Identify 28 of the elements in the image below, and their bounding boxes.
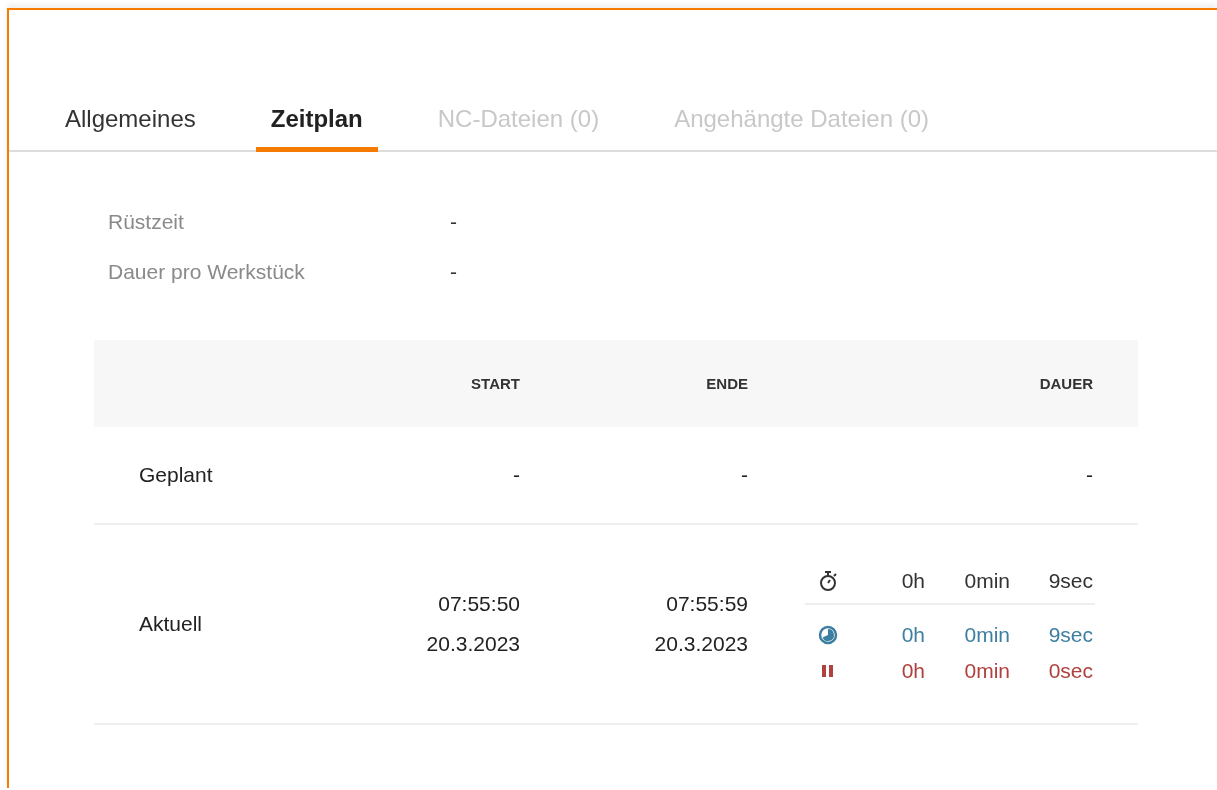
duration-value: 9sec [1048,568,1093,594]
tab[interactable]: Allgemeines [50,90,211,152]
duration-value: 0min [964,622,1010,648]
column-header: START [470,373,521,394]
pause-icon [821,664,835,678]
row-label: Geplant [138,463,214,487]
duration-value: 0sec [1048,658,1093,684]
stopwatch-icon [818,570,838,592]
field-value: - [450,210,458,234]
tab[interactable]: Zeitplan [255,90,378,152]
start-cell-text: 07:55:50 20.3.2023 [425,591,521,657]
field-label: Dauer pro Werkstück [108,260,306,284]
column-header: DAUER [1038,373,1094,394]
start-cell-text: - [512,462,521,488]
duration-value: 0min [964,658,1010,684]
clock-icon [818,625,838,645]
duration-value: 0h [901,622,925,648]
duration-value: 9sec [1048,622,1093,648]
duration-value: 0h [901,658,925,684]
column-header: ENDE [705,373,749,394]
field-label: Rüstzeit [108,210,185,234]
duration-value: 0min [964,568,1010,594]
end-cell-text: 07:55:59 20.3.2023 [653,591,749,657]
duration-cell-text: - [1085,462,1094,488]
duration-value: 0h [901,568,925,594]
field-value: - [450,260,458,284]
end-cell-text: - [740,462,749,488]
row-label: Aktuell [138,612,204,636]
